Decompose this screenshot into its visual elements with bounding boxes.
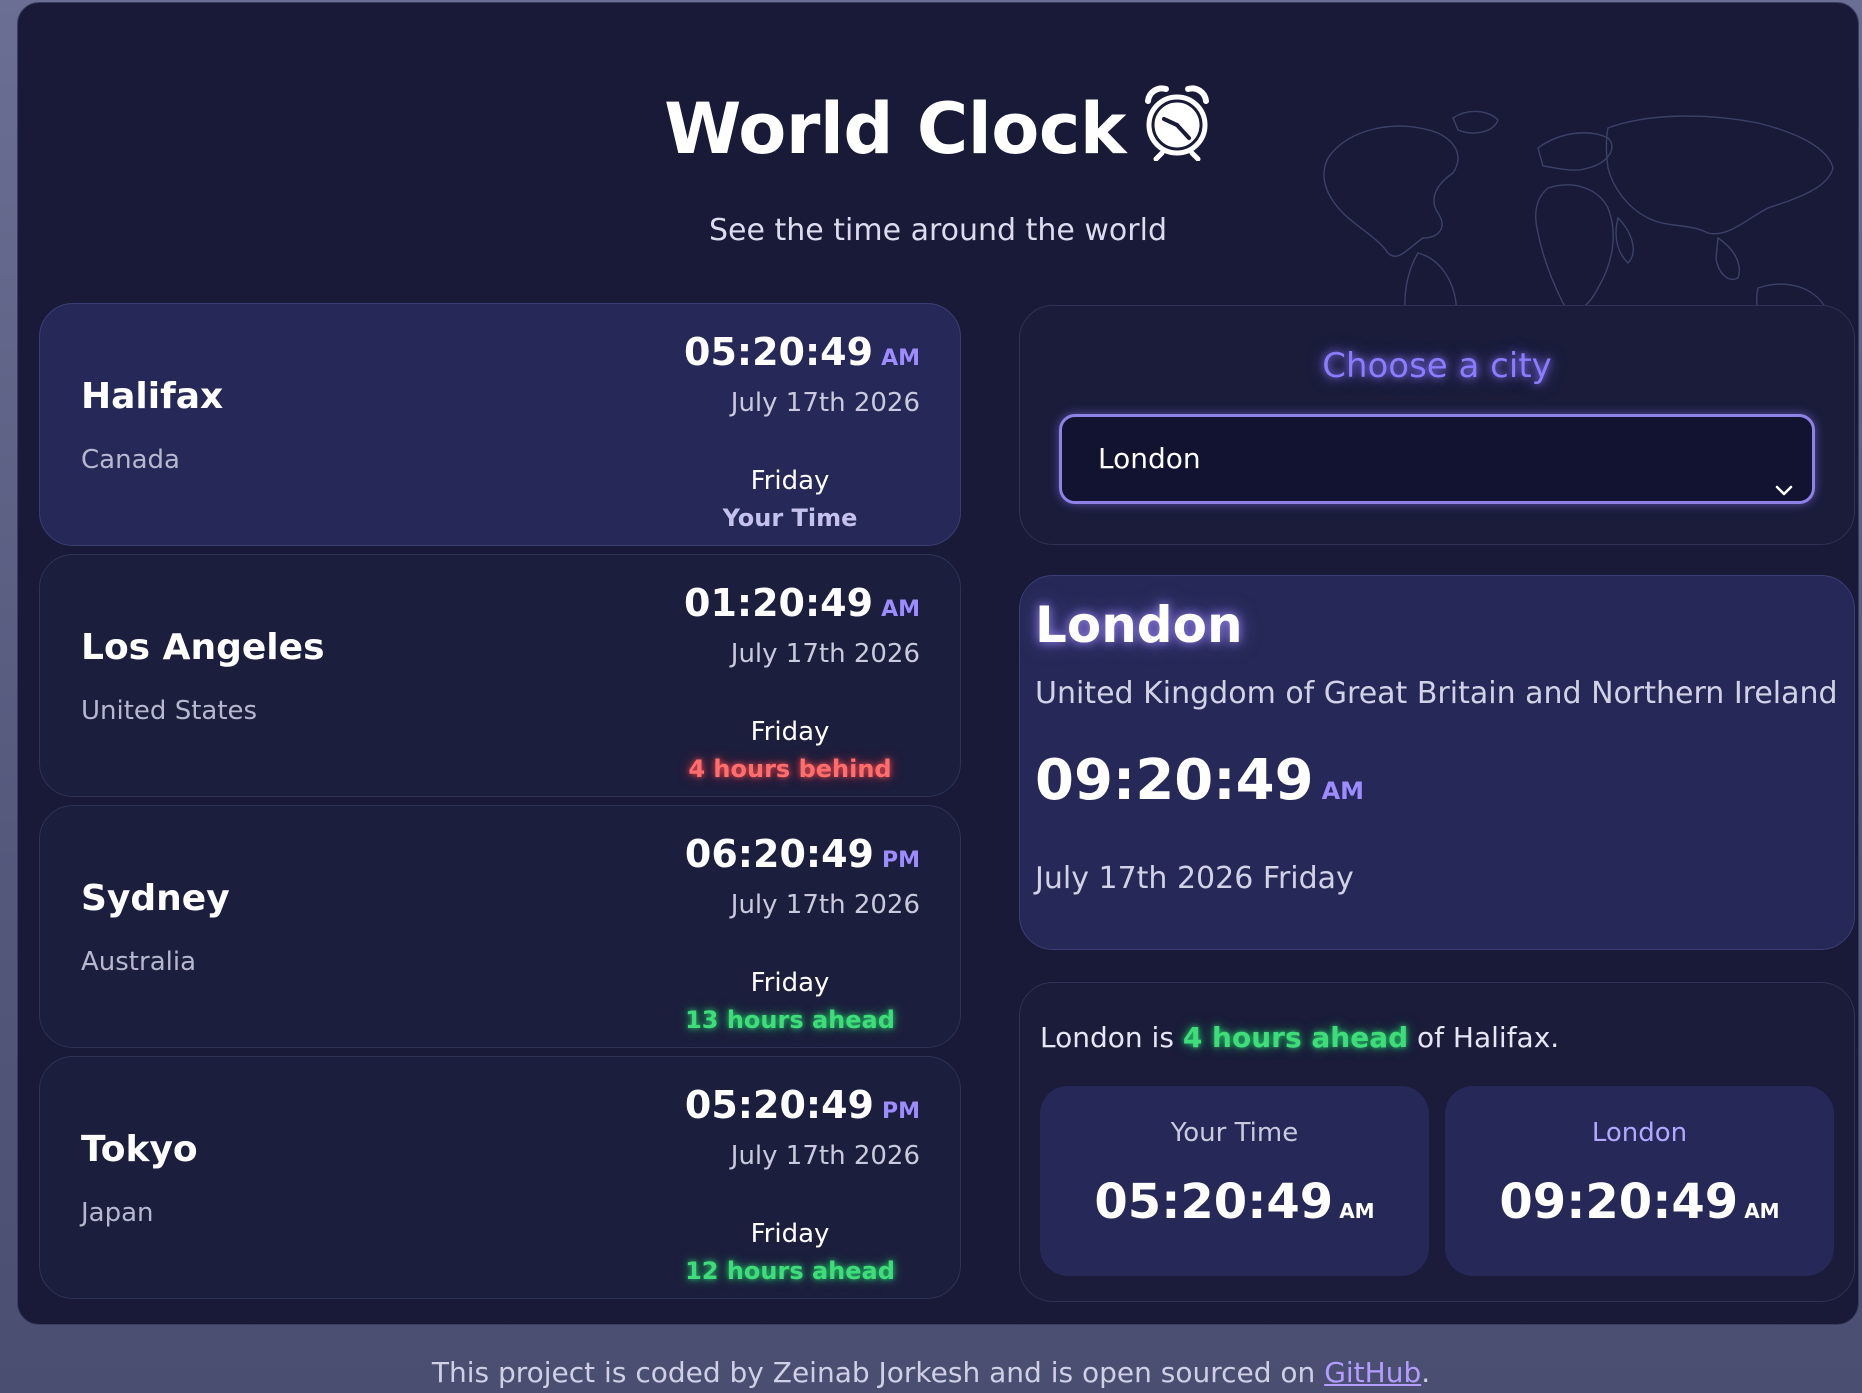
city-time-block: 06:20:49 PM July 17th 2026 Friday 13 hour… [520, 830, 920, 1034]
city-status-badge: Your Time [722, 504, 858, 532]
page-title-text: World Clock [664, 88, 1126, 170]
city-card-tokyo[interactable]: Tokyo Japan 05:20:49 PM July 17th 2026 Fr… [39, 1056, 961, 1299]
comparison-suffix: of Halifax. [1417, 1021, 1560, 1054]
github-link[interactable]: GitHub [1324, 1356, 1421, 1389]
city-ampm: PM [881, 848, 920, 873]
city-country: Japan [81, 1198, 154, 1228]
city-ampm: AM [881, 597, 920, 622]
city-time-value: 05:20:49 [684, 330, 874, 374]
your-time-clock: 05:20:49 [1094, 1174, 1334, 1230]
other-city-time-card: London 09:20:49 AM [1445, 1086, 1834, 1276]
city-time: 05:20:49 PM [520, 1081, 920, 1136]
city-date: July 17th 2026 [730, 890, 920, 920]
city-card-los-angeles[interactable]: Los Angeles United States 01:20:49 AM Jul… [39, 554, 961, 797]
other-city-time-value: 09:20:49 AM [1445, 1174, 1834, 1230]
city-day-block: Friday 4 hours behind [660, 715, 920, 789]
footer-text: This project is coded by Zeinab Jorkesh … [431, 1356, 1316, 1389]
selected-city-date-value: July 17th 2026 [1035, 861, 1254, 896]
city-day-block: Friday 12 hours ahead [660, 1217, 920, 1291]
page-title: World Clock [18, 81, 1858, 178]
city-date: July 17th 2026 [730, 1141, 920, 1171]
city-day: Friday [750, 1219, 830, 1249]
app-container: World Clock See the time around the worl… [17, 2, 1859, 1325]
city-ampm: PM [881, 1099, 920, 1124]
city-name: Halifax [81, 376, 224, 417]
city-time: 05:20:49 AM [520, 328, 920, 383]
city-time-value: 06:20:49 [684, 832, 874, 876]
city-time-block: 05:20:49 AM July 17th 2026 Friday Your Ti… [520, 328, 920, 532]
city-country: Australia [81, 947, 197, 977]
selected-city-time: 09:20:49 AM [1035, 748, 1364, 813]
city-country: Canada [81, 445, 180, 475]
selected-city-panel: London United Kingdom of Great Britain a… [1019, 575, 1855, 950]
other-city-clock: 09:20:49 [1499, 1174, 1739, 1230]
time-comparison-panel: London is 4 hours ahead of Halifax. Your… [1019, 982, 1855, 1302]
choose-city-label: Choose a city [1322, 346, 1552, 386]
city-day: Friday [750, 466, 830, 496]
selected-city-time-value: 09:20:49 [1035, 748, 1314, 813]
selected-city-ampm: AM [1321, 777, 1365, 805]
city-time-block: 01:20:49 AM July 17th 2026 Friday 4 hours… [520, 579, 920, 783]
selected-city-country: United Kingdom of Great Britain and Nort… [1035, 676, 1838, 711]
city-name: Los Angeles [81, 627, 325, 668]
city-name: Tokyo [81, 1129, 198, 1170]
city-status-badge: 12 hours ahead [685, 1257, 895, 1285]
city-day-block: Friday 13 hours ahead [660, 966, 920, 1040]
alarm-clock-icon [1142, 81, 1212, 178]
footer: This project is coded by Zeinab Jorkesh … [0, 1356, 1862, 1389]
comparison-sentence: London is 4 hours ahead of Halifax. [1040, 1021, 1559, 1054]
selected-city-day: Friday [1262, 861, 1354, 896]
city-day-block: Friday Your Time [660, 464, 920, 538]
page-subtitle: See the time around the world [709, 213, 1167, 248]
your-time-value: 05:20:49 AM [1040, 1174, 1429, 1230]
city-date: July 17th 2026 [730, 639, 920, 669]
city-chooser-panel: Choose a city London [1019, 305, 1855, 545]
city-ampm: AM [881, 346, 920, 371]
city-name: Sydney [81, 878, 230, 919]
selected-city-name: London [1035, 596, 1243, 654]
city-time-block: 05:20:49 PM July 17th 2026 Friday 12 hour… [520, 1081, 920, 1285]
city-time: 01:20:49 AM [520, 579, 920, 634]
city-card-sydney[interactable]: Sydney Australia 06:20:49 PM July 17th 20… [39, 805, 961, 1048]
city-day: Friday [750, 968, 830, 998]
city-status-badge: 13 hours ahead [685, 1006, 895, 1034]
comparison-prefix: London is [1040, 1021, 1174, 1054]
selected-city-date: July 17th 2026 Friday [1035, 861, 1354, 896]
your-time-label: Your Time [1170, 1118, 1299, 1148]
city-time: 06:20:49 PM [520, 830, 920, 885]
city-status-badge: 4 hours behind [688, 755, 892, 783]
chevron-down-icon [1774, 447, 1794, 531]
city-time-value: 05:20:49 [684, 1083, 874, 1127]
city-country: United States [81, 696, 258, 726]
other-city-ampm: AM [1744, 1199, 1780, 1223]
city-date: July 17th 2026 [730, 388, 920, 418]
comparison-diff: 4 hours ahead [1182, 1021, 1409, 1054]
city-day: Friday [750, 717, 830, 747]
city-select-value: London [1098, 442, 1201, 475]
footer-end: . [1421, 1356, 1431, 1389]
city-card-halifax[interactable]: Halifax Canada 05:20:49 AM July 17th 2026… [39, 303, 961, 546]
your-time-ampm: AM [1339, 1199, 1375, 1223]
other-city-label: London [1591, 1118, 1688, 1148]
your-time-card: Your Time 05:20:49 AM [1040, 1086, 1429, 1276]
city-select-dropdown[interactable]: London [1059, 414, 1815, 504]
city-time-value: 01:20:49 [684, 581, 874, 625]
